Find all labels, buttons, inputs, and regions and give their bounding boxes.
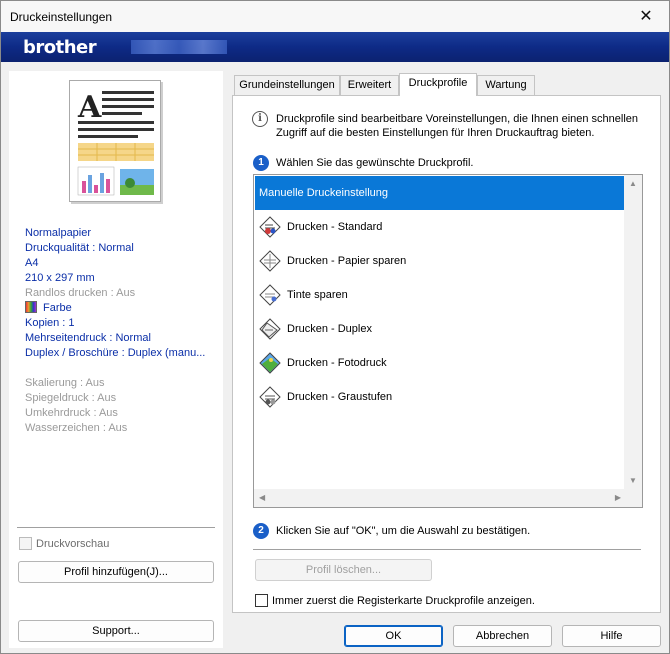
profile-label: Tinte sparen: [287, 289, 348, 301]
profile-label: Manuelle Druckeinstellung: [259, 187, 389, 199]
brother-logo: brother: [23, 37, 97, 58]
settings-summary: Normalpapier Druckqualität : Normal A4 2…: [25, 226, 215, 436]
summary-media: Normalpapier: [25, 227, 92, 239]
settings-summary-panel: A Normalpapier Druckqualität: Normal A4…: [9, 71, 223, 648]
preview-letter: A: [77, 90, 102, 125]
summary-borderless: Randlos drucken : Aus: [25, 287, 136, 299]
profile-grayscale-icon: [259, 386, 281, 408]
title-bar: Druckeinstellungen ✕: [1, 1, 669, 32]
tab-advanced[interactable]: Erweitert: [340, 75, 399, 95]
list-item[interactable]: Drucken - Graustufen: [255, 380, 624, 414]
info-icon: i: [252, 111, 268, 127]
step-one-text: Wählen Sie das gewünschte Druckprofil.: [276, 157, 474, 169]
summary-quality: Druckqualität : Normal: [25, 242, 134, 254]
list-item[interactable]: Tinte sparen: [255, 278, 624, 312]
summary-reverse: Umkehrdruck : Aus: [25, 407, 118, 419]
brand-banner: brother: [1, 32, 669, 62]
cancel-button[interactable]: Abbrechen: [453, 625, 552, 647]
always-show-checkbox-row[interactable]: Immer zuerst die Registerkarte Druckprof…: [255, 594, 535, 607]
info-text: Druckprofile sind bearbeitbare Voreinste…: [276, 113, 639, 139]
always-show-checkbox[interactable]: [255, 594, 268, 607]
list-item[interactable]: Drucken - Duplex: [255, 312, 624, 346]
profile-label: Drucken - Standard: [287, 221, 383, 233]
profile-list-horizontal-scrollbar[interactable]: ◀ ▶: [254, 489, 626, 507]
profile-label: Drucken - Fotodruck: [287, 357, 387, 369]
tab-basic[interactable]: Grundeinstellungen: [234, 75, 340, 95]
print-preview-checkbox-row[interactable]: Druckvorschau: [19, 537, 109, 550]
delete-profile-button[interactable]: Profil löschen...: [255, 559, 432, 581]
print-profiles-panel: i Druckprofile sind bearbeitbare Voreins…: [232, 95, 661, 613]
profile-duplex-icon: [259, 318, 281, 340]
page-preview-image: A: [69, 80, 161, 202]
print-settings-dialog: Druckeinstellungen ✕ brother A Normalpap…: [0, 0, 670, 654]
content-divider: [253, 549, 641, 550]
list-item[interactable]: Manuelle Druckeinstellung: [255, 176, 624, 210]
left-divider: [17, 527, 215, 528]
list-item[interactable]: Drucken - Fotodruck: [255, 346, 624, 380]
profile-photo-icon: [259, 352, 281, 374]
ok-button[interactable]: OK: [344, 625, 443, 647]
page-preview-icon: A: [77, 90, 154, 196]
add-profile-button[interactable]: Profil hinzufügen(J)...: [18, 561, 214, 583]
tab-maintenance[interactable]: Wartung: [477, 75, 535, 95]
profile-standard-icon: [259, 216, 281, 238]
scrollbar-corner: [624, 489, 642, 507]
summary-watermark: Wasserzeichen : Aus: [25, 422, 128, 434]
profile-label: Drucken - Duplex: [287, 323, 372, 335]
list-item[interactable]: Drucken - Papier sparen: [255, 244, 624, 278]
summary-dimensions: 210 x 297 mm: [25, 272, 95, 284]
scroll-down-arrow-icon[interactable]: ▼: [629, 476, 637, 485]
color-icon: [25, 301, 37, 313]
close-button[interactable]: ✕: [623, 1, 669, 32]
summary-mirror: Spiegeldruck : Aus: [25, 392, 117, 404]
scroll-left-arrow-icon[interactable]: ◀: [259, 493, 265, 502]
summary-scaling: Skalierung : Aus: [25, 377, 105, 389]
scroll-up-arrow-icon[interactable]: ▲: [629, 179, 637, 188]
print-preview-label: Druckvorschau: [36, 537, 110, 550]
profile-paper-saving-icon: [259, 250, 281, 272]
summary-duplex: Duplex / Broschüre : Duplex (manu...: [25, 347, 206, 359]
profile-label: Drucken - Graustufen: [287, 391, 393, 403]
summary-paper-size: A4: [25, 257, 39, 269]
help-button[interactable]: Hilfe: [562, 625, 661, 647]
tab-print-profiles[interactable]: Druckprofile: [399, 73, 477, 96]
list-item[interactable]: Drucken - Standard: [255, 210, 624, 244]
profile-ink-saving-icon: [259, 284, 281, 306]
always-show-label: Immer zuerst die Registerkarte Druckprof…: [272, 594, 535, 607]
profile-list[interactable]: Manuelle Druckeinstellung Drucken - Stan…: [253, 174, 643, 508]
summary-spacer: [25, 361, 215, 376]
profile-label: Drucken - Papier sparen: [287, 255, 407, 267]
profile-list-vertical-scrollbar[interactable]: ▲ ▼: [624, 175, 642, 489]
print-preview-checkbox[interactable]: [19, 537, 32, 550]
support-button[interactable]: Support...: [18, 620, 214, 642]
scroll-right-arrow-icon[interactable]: ▶: [615, 493, 621, 502]
step-two-text: Klicken Sie auf "OK", um die Auswahl zu …: [276, 525, 531, 537]
summary-copies: Kopien : 1: [25, 317, 75, 329]
step-one-icon: 1: [253, 155, 269, 171]
step-two-icon: 2: [253, 523, 269, 539]
model-name-blurred: [131, 40, 227, 54]
window-title: Druckeinstellungen: [10, 10, 113, 24]
summary-color: Farbe: [43, 302, 72, 314]
summary-multipage: Mehrseitendruck : Normal: [25, 332, 151, 344]
summary-color-row: Farbe: [25, 301, 215, 316]
